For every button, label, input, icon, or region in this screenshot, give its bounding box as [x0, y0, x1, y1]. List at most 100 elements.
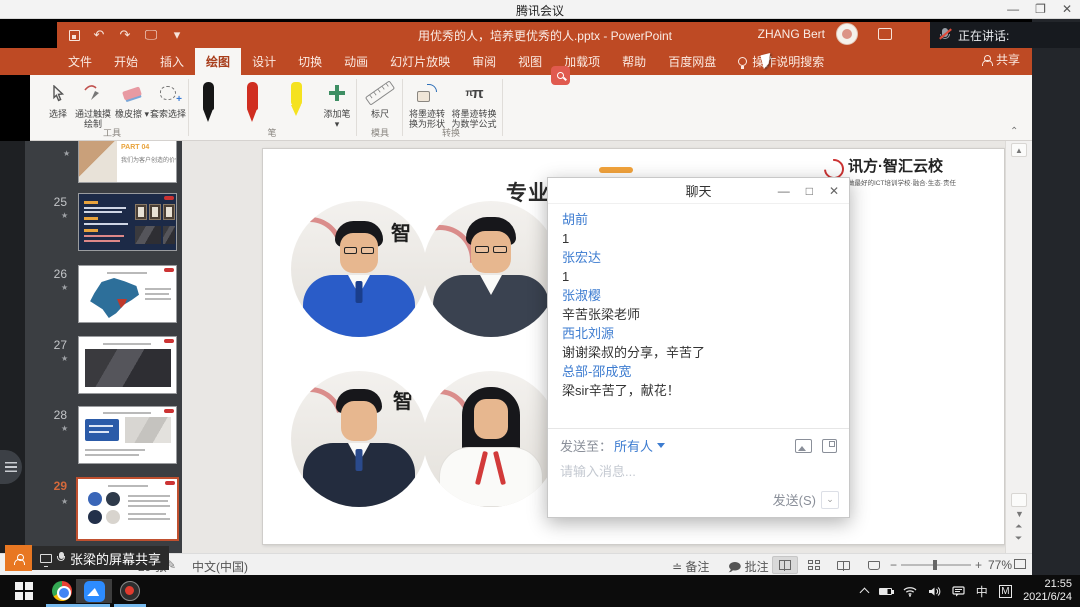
send-to-dropdown[interactable]: 所有人: [614, 436, 653, 455]
pen-black[interactable]: [200, 80, 240, 122]
eraser-tool[interactable]: 橡皮擦 ▾: [114, 80, 150, 119]
language-indicator[interactable]: 中文(中国): [192, 558, 248, 575]
chevron-down-icon[interactable]: [657, 443, 665, 448]
maximize-icon[interactable]: ❐: [1035, 1, 1046, 17]
meeting-members-button[interactable]: [5, 545, 32, 571]
ink-to-math-button[interactable]: ππ 将墨迹转换为数学公式: [451, 80, 497, 129]
ink-to-math-icon: ππ: [451, 80, 497, 106]
ime-indicator[interactable]: 中: [976, 583, 988, 600]
tab-review[interactable]: 审阅: [461, 48, 507, 75]
taskbar-meeting-app[interactable]: [76, 579, 112, 603]
scroll-down-icon[interactable]: ▼: [1015, 509, 1024, 519]
undo-icon[interactable]: ↶: [92, 27, 106, 43]
thumbnail-number: 28: [43, 408, 67, 422]
animation-star-icon: ★: [61, 211, 68, 220]
pen-red[interactable]: [244, 80, 284, 122]
chat-sender: 总部-邵成宽: [562, 362, 835, 381]
collapse-ribbon-icon[interactable]: ⌃: [1010, 126, 1018, 137]
editor-scrollbar[interactable]: ▲ ▼ ⏶ ⏷: [1005, 141, 1032, 553]
tray-expand-icon[interactable]: [859, 588, 869, 598]
send-button[interactable]: 发送(S): [773, 490, 816, 509]
thumb-part-caption: 我们为客户创造的价值: [121, 155, 177, 164]
notification-icon[interactable]: [952, 586, 965, 597]
battery-icon[interactable]: [879, 588, 892, 595]
send-options-icon[interactable]: ⌄: [821, 491, 839, 509]
tab-view[interactable]: 视图: [507, 48, 553, 75]
lightbulb-icon: [738, 57, 747, 66]
chat-titlebar[interactable]: 聊天 — □ ✕: [548, 178, 849, 204]
normal-view-button[interactable]: [772, 556, 798, 574]
pop-out-icon[interactable]: [822, 439, 837, 453]
chat-minimize-icon[interactable]: —: [778, 184, 790, 198]
tell-me-search[interactable]: 操作说明搜索: [727, 48, 835, 75]
lasso-select-tool[interactable]: 套索选择: [148, 80, 188, 119]
tab-file[interactable]: 文件: [57, 48, 103, 75]
thumbnail-slide-24[interactable]: PART 04 我们为客户创造的价值: [78, 141, 177, 183]
thumbnail-slide-26[interactable]: [78, 265, 177, 323]
tab-animations[interactable]: 动画: [333, 48, 379, 75]
taskbar-recorder[interactable]: [112, 579, 148, 603]
zoom-in-icon[interactable]: +: [975, 558, 982, 572]
tab-transitions[interactable]: 切换: [287, 48, 333, 75]
ribbon-display-options-icon[interactable]: [878, 28, 892, 40]
previous-slide-icon[interactable]: ⏶: [1015, 521, 1022, 532]
chat-message: 谢谢梁叔的分享，辛苦了: [562, 343, 835, 362]
scroll-up-icon[interactable]: ▲: [1011, 143, 1027, 157]
tab-home[interactable]: 开始: [103, 48, 149, 75]
volume-icon[interactable]: [928, 586, 941, 597]
redo-icon[interactable]: ↷: [118, 27, 132, 43]
tab-help[interactable]: 帮助: [611, 48, 657, 75]
zoom-out-icon[interactable]: −: [890, 558, 897, 572]
slide-accent-bar: [599, 167, 633, 173]
tab-slideshow[interactable]: 幻灯片放映: [379, 48, 461, 75]
tab-insert[interactable]: 插入: [149, 48, 195, 75]
animation-star-icon: ★: [61, 354, 68, 363]
chat-close-icon[interactable]: ✕: [829, 184, 839, 198]
chat-footer: 发送至： 所有人 请输入消息... 发送(S) ⌄: [548, 428, 849, 517]
ink-to-shape-button[interactable]: 将墨迹转换为形状: [405, 80, 449, 129]
user-name[interactable]: ZHANG Bert: [758, 27, 825, 41]
slide-sorter-view-button[interactable]: [801, 556, 827, 574]
thumbnail-slide-27[interactable]: [78, 336, 177, 394]
send-image-icon[interactable]: [795, 439, 812, 453]
start-button[interactable]: [6, 579, 42, 603]
next-slide-icon[interactable]: ⏷: [1015, 533, 1022, 544]
thumbnail-number: 27: [43, 338, 67, 352]
slideshow-view-button[interactable]: [861, 556, 887, 574]
thumbnail-slide-29[interactable]: [76, 477, 179, 541]
save-icon[interactable]: [69, 30, 80, 41]
taskbar-chrome[interactable]: [44, 579, 80, 603]
user-avatar[interactable]: [836, 23, 858, 45]
tray-app-m-icon[interactable]: M: [999, 585, 1012, 598]
slideshow-icon[interactable]: 🖵: [144, 27, 158, 43]
desktop-edge: [0, 141, 25, 553]
minimize-icon[interactable]: —: [1007, 1, 1019, 17]
reading-view-button[interactable]: [830, 556, 856, 574]
taskbar-clock[interactable]: 21:55 2021/6/24: [1023, 578, 1072, 604]
zoom-percent[interactable]: 77%: [988, 558, 1012, 572]
ruler-tool[interactable]: 标尺: [360, 80, 400, 119]
notes-button[interactable]: ≐ 备注: [672, 558, 709, 575]
chrome-icon: [52, 581, 72, 601]
wifi-icon[interactable]: [903, 586, 917, 597]
chat-message-list[interactable]: 胡前 1 张宏达 1 张淑樱 辛苦张梁老师 西北刘源 谢谢梁叔的分享，辛苦了 总…: [548, 204, 849, 400]
tab-baidu-netdisk[interactable]: 百度网盘: [657, 48, 727, 75]
add-pen-button[interactable]: 添加笔 ▾: [320, 80, 354, 129]
chat-maximize-icon[interactable]: □: [806, 184, 813, 198]
customize-qat-icon[interactable]: ▾: [170, 27, 184, 43]
close-icon[interactable]: ✕: [1062, 1, 1072, 17]
scroll-thumb[interactable]: [1011, 493, 1027, 507]
share-button[interactable]: 共享: [982, 51, 1020, 68]
tab-draw[interactable]: 绘图: [195, 48, 241, 75]
chat-input[interactable]: 请输入消息...: [548, 455, 849, 486]
chat-message: 辛苦张梁老师: [562, 305, 835, 324]
thumbnail-slide-25[interactable]: [78, 193, 177, 251]
zoom-slider-thumb[interactable]: [933, 560, 937, 570]
annotation-search-icon[interactable]: [551, 66, 570, 85]
thumb-part-label: PART 04: [121, 144, 149, 151]
fit-slide-icon[interactable]: [1014, 558, 1026, 572]
tab-design[interactable]: 设计: [241, 48, 287, 75]
draw-with-touch-tool[interactable]: 通过触摸绘制: [72, 80, 114, 129]
zoom-slider[interactable]: [901, 564, 971, 566]
thumbnail-slide-28[interactable]: [78, 406, 177, 464]
